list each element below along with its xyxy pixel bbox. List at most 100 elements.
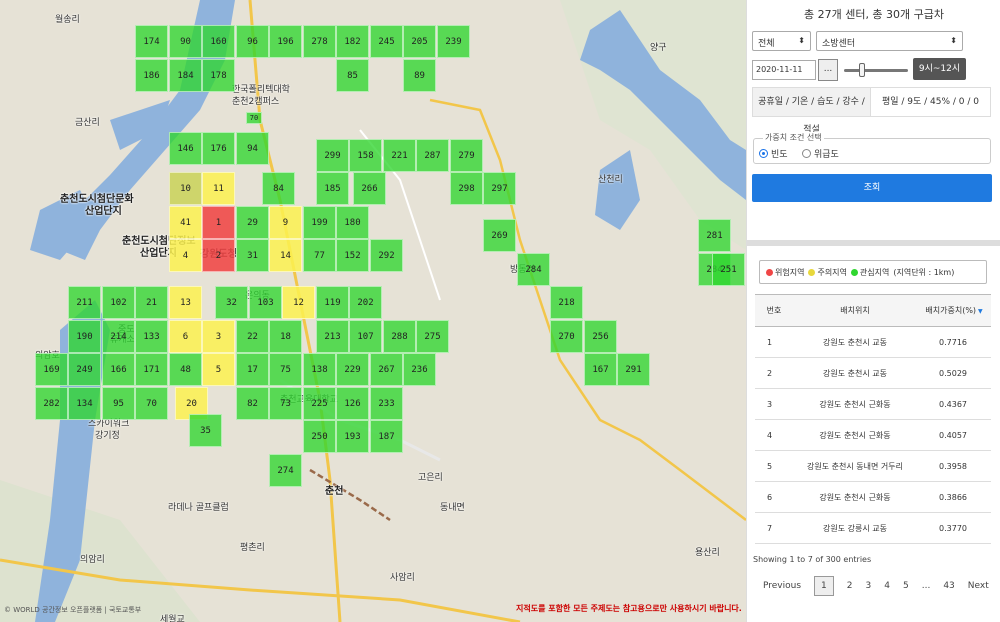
map-grid-cell[interactable]: 11 (202, 172, 235, 205)
center-select[interactable]: 소방센터 ⬍ (816, 31, 963, 51)
map-grid-cell[interactable]: 267 (370, 353, 403, 386)
map-grid-cell[interactable]: 158 (349, 139, 382, 172)
map-grid-cell[interactable]: 22 (236, 320, 269, 353)
map-grid-cell[interactable]: 89 (403, 59, 436, 92)
map-grid-cell[interactable]: 12 (282, 286, 315, 319)
map-grid-cell[interactable]: 266 (353, 172, 386, 205)
map-grid-cell[interactable]: 73 (269, 387, 302, 420)
map-grid-cell[interactable]: 205 (403, 25, 436, 58)
map-grid-cell[interactable]: 288 (383, 320, 416, 353)
radio-frequency[interactable]: 빈도 (759, 147, 788, 160)
map-grid-cell[interactable]: 84 (262, 172, 295, 205)
map-grid-cell[interactable]: 274 (269, 454, 302, 487)
pager-page[interactable]: 5 (903, 581, 909, 591)
map-grid-cell[interactable]: 70 (246, 112, 262, 124)
map-grid-cell[interactable]: 178 (202, 59, 235, 92)
map-grid-cell[interactable]: 6 (169, 320, 202, 353)
map-grid-cell[interactable]: 48 (169, 353, 202, 386)
time-slider-handle[interactable] (859, 63, 865, 77)
map-grid-cell[interactable]: 245 (370, 25, 403, 58)
map-grid-cell[interactable]: 133 (135, 320, 168, 353)
map-grid-cell[interactable]: 213 (316, 320, 349, 353)
map-grid-cell[interactable]: 256 (584, 320, 617, 353)
map-grid-cell[interactable]: 186 (135, 59, 168, 92)
map-grid-cell[interactable]: 167 (584, 353, 617, 386)
map-grid-cell[interactable]: 249 (68, 353, 101, 386)
search-button[interactable]: 조회 (752, 174, 992, 202)
table-row[interactable]: 3 강원도 춘천시 근화동 0.4367 (755, 388, 991, 420)
map-grid-cell[interactable]: 297 (483, 172, 516, 205)
map-grid-cell[interactable]: 102 (102, 286, 135, 319)
map-grid-cell[interactable]: 119 (316, 286, 349, 319)
map-grid-cell[interactable]: 29 (236, 206, 269, 239)
map-grid-cell[interactable]: 32 (215, 286, 248, 319)
map-grid-cell[interactable]: 18 (269, 320, 302, 353)
map-grid-cell[interactable]: 275 (416, 320, 449, 353)
map-grid-cell[interactable]: 35 (189, 414, 222, 447)
pager-previous[interactable]: Previous (763, 581, 801, 591)
date-field[interactable]: 2020-11-11 (752, 60, 816, 80)
map-grid-cell[interactable]: 3 (202, 320, 235, 353)
map-grid-cell[interactable]: 185 (316, 172, 349, 205)
map-grid-cell[interactable]: 176 (202, 132, 235, 165)
radio-severity[interactable]: 위급도 (802, 147, 839, 160)
map-grid-cell[interactable]: 184 (169, 59, 202, 92)
map-grid-cell[interactable]: 287 (416, 139, 449, 172)
map-grid-cell[interactable]: 90 (169, 25, 202, 58)
table-row[interactable]: 7 강원도 강릉시 교동 0.3770 (755, 512, 991, 544)
pager-page[interactable]: 43 (943, 581, 954, 591)
table-row[interactable]: 4 강원도 춘천시 근화동 0.4057 (755, 419, 991, 451)
map-grid-cell[interactable]: 17 (236, 353, 269, 386)
map-grid-cell[interactable]: 174 (135, 25, 168, 58)
map-grid-cell[interactable]: 126 (336, 387, 369, 420)
pager-page[interactable]: 1 (814, 576, 834, 596)
map-grid-cell[interactable]: 2 (202, 239, 235, 272)
pager-page[interactable]: 3 (866, 581, 872, 591)
tab-values[interactable]: 평일 / 9도 / 45% / 0 / 0 (871, 87, 991, 117)
map-grid-cell[interactable]: 94 (236, 132, 269, 165)
map-grid-cell[interactable]: 152 (336, 239, 369, 272)
map-grid-cell[interactable]: 13 (169, 286, 202, 319)
map-grid-cell[interactable]: 282 (35, 387, 68, 420)
map-grid-cell[interactable]: 218 (550, 286, 583, 319)
map-grid-cell[interactable]: 21 (135, 286, 168, 319)
map-grid-cell[interactable]: 95 (102, 387, 135, 420)
map-grid-cell[interactable]: 180 (336, 206, 369, 239)
map-grid-cell[interactable]: 9 (269, 206, 302, 239)
map-grid-cell[interactable]: 31 (236, 239, 269, 272)
map-grid-cell[interactable]: 96 (236, 25, 269, 58)
map-grid-cell[interactable]: 10 (169, 172, 202, 205)
table-row[interactable]: 1 강원도 춘천시 교동 0.7716 (755, 326, 991, 358)
map-grid-cell[interactable]: 134 (68, 387, 101, 420)
time-slider[interactable] (844, 69, 908, 72)
map-grid-cell[interactable]: 5 (202, 353, 235, 386)
pager-page[interactable]: 2 (847, 581, 853, 591)
map-grid-cell[interactable]: 211 (68, 286, 101, 319)
map-grid-cell[interactable]: 233 (370, 387, 403, 420)
map-grid-cell[interactable]: 14 (269, 239, 302, 272)
map-grid-cell[interactable]: 214 (102, 320, 135, 353)
map-grid-cell[interactable]: 193 (336, 420, 369, 453)
map-grid-cell[interactable]: 85 (336, 59, 369, 92)
map-grid-cell[interactable]: 284 (517, 253, 550, 286)
date-picker-button[interactable]: ... (818, 59, 838, 81)
map-grid-cell[interactable]: 107 (349, 320, 382, 353)
map-grid-cell[interactable]: 225 (303, 387, 336, 420)
map-grid-cell[interactable]: 250 (303, 420, 336, 453)
tab-conditions[interactable]: 공휴일 / 기온 / 습도 / 강수 / 적설 (752, 87, 871, 135)
col-number[interactable]: 번호 (755, 294, 793, 327)
map-grid-cell[interactable]: 138 (303, 353, 336, 386)
map-grid-cell[interactable]: 171 (135, 353, 168, 386)
map-grid-cell[interactable]: 251 (712, 253, 745, 286)
table-row[interactable]: 6 강원도 춘천시 근화동 0.3866 (755, 481, 991, 513)
map-grid-cell[interactable]: 103 (249, 286, 282, 319)
map-grid-cell[interactable]: 279 (450, 139, 483, 172)
map-grid-cell[interactable]: 146 (169, 132, 202, 165)
map-grid-cell[interactable]: 269 (483, 219, 516, 252)
map-grid-cell[interactable]: 291 (617, 353, 650, 386)
col-weight[interactable]: 배치가중치(%) (917, 294, 991, 327)
map-grid-cell[interactable]: 281 (698, 219, 731, 252)
map-grid-cell[interactable]: 196 (269, 25, 302, 58)
map-view[interactable]: 월송리 한국폴리텍대학 춘천2캠퍼스 금산리 춘천도시첨단문화 산업단지 춘천도시첨단정보 산… (0, 0, 746, 622)
map-grid-cell[interactable]: 199 (303, 206, 336, 239)
